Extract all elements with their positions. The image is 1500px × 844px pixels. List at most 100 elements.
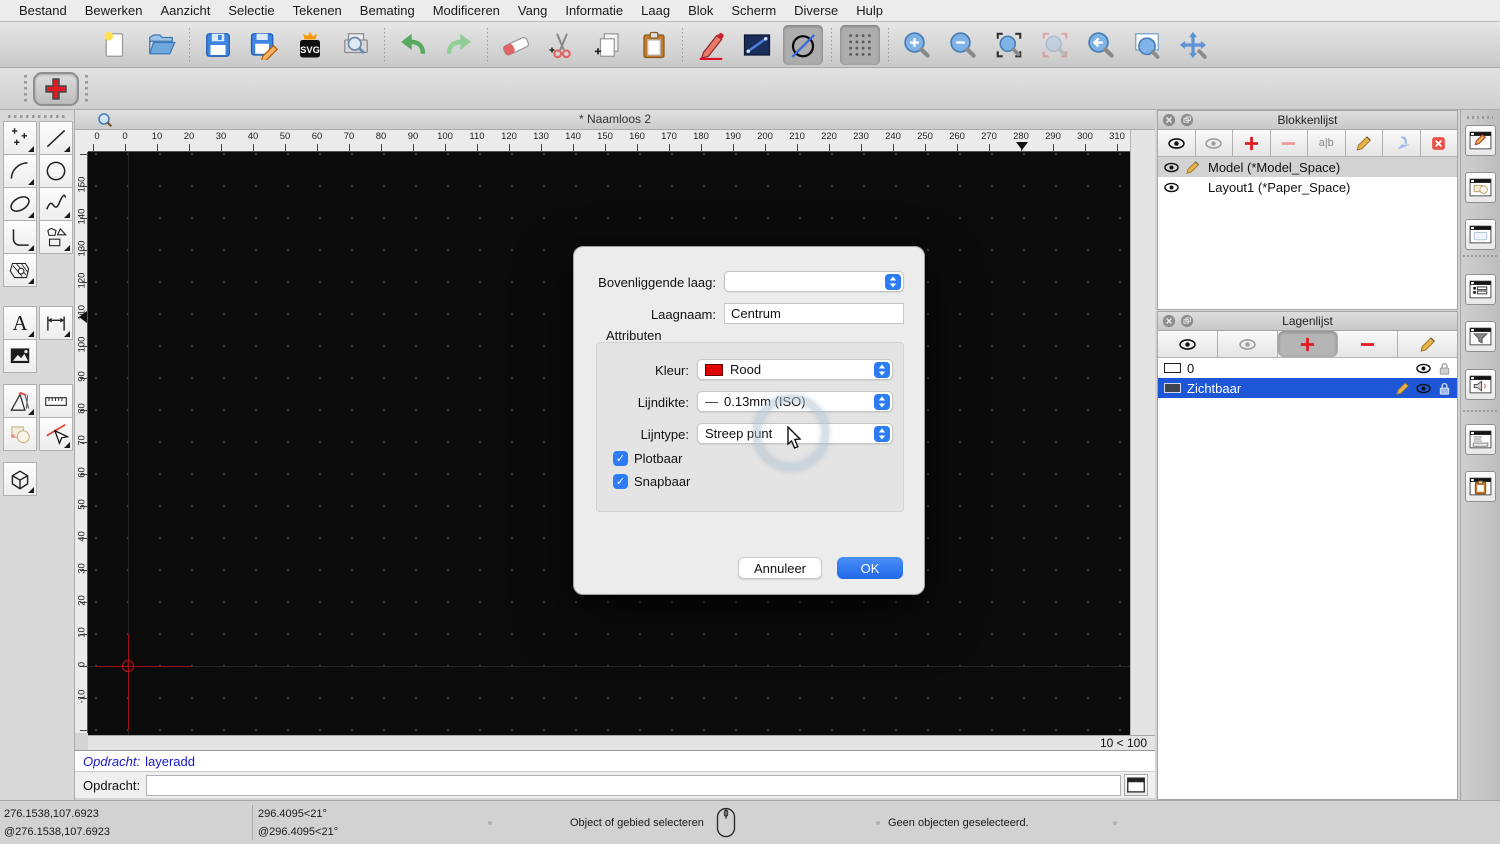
collapse-icon[interactable] xyxy=(1180,314,1194,328)
tool-box3d[interactable] xyxy=(3,462,37,496)
eye-icon[interactable] xyxy=(1164,160,1179,175)
menu-scherm[interactable]: Scherm xyxy=(722,0,785,22)
minus-panel-button[interactable] xyxy=(1338,331,1398,357)
add-layer-button[interactable] xyxy=(33,71,79,106)
color-dropdown[interactable]: Rood xyxy=(697,359,893,380)
redo-button[interactable] xyxy=(439,25,479,65)
menu-aanzicht[interactable]: Aanzicht xyxy=(152,0,220,22)
line-format-button[interactable] xyxy=(737,25,777,65)
block-row[interactable]: Layout1 (*Paper_Space) xyxy=(1158,177,1457,197)
palette-drag-handle[interactable] xyxy=(8,115,66,118)
menu-selectie[interactable]: Selectie xyxy=(219,0,283,22)
pan-button[interactable] xyxy=(1173,25,1213,65)
pencil-panel-button[interactable] xyxy=(1398,331,1457,357)
layer-row[interactable]: 0 xyxy=(1158,358,1457,378)
layer-row[interactable]: Zichtbaar xyxy=(1158,378,1457,398)
panel-shapes-toggle-button[interactable] xyxy=(1465,172,1496,203)
block-row[interactable]: Model (*Model_Space) xyxy=(1158,157,1457,177)
menu-vang[interactable]: Vang xyxy=(509,0,556,22)
tool-shapes[interactable] xyxy=(39,220,73,254)
menu-tekenen[interactable]: Tekenen xyxy=(284,0,351,22)
panel-clipboard-toggle-button[interactable] xyxy=(1465,471,1496,502)
zoom-fit-button[interactable] xyxy=(989,25,1029,65)
lock-icon[interactable] xyxy=(1437,361,1452,376)
grid-toggle-button[interactable] xyxy=(840,24,880,65)
undo-button[interactable] xyxy=(393,25,433,65)
menu-informatie[interactable]: Informatie xyxy=(556,0,632,22)
zoom-out-button[interactable] xyxy=(943,25,983,65)
tool-polyline[interactable] xyxy=(3,220,37,254)
command-input[interactable] xyxy=(146,774,1122,796)
panel-command-toggle-button[interactable] xyxy=(1465,424,1496,455)
ok-button[interactable]: OK xyxy=(837,557,903,579)
tool-line[interactable] xyxy=(39,121,73,155)
copy-button[interactable] xyxy=(588,25,628,65)
plus-panel-button[interactable] xyxy=(1278,331,1338,357)
eye-panel-button[interactable] xyxy=(1158,331,1218,357)
parent-layer-dropdown[interactable] xyxy=(724,271,904,292)
toolbar-drag-handle[interactable] xyxy=(24,74,27,103)
eraser-button[interactable] xyxy=(496,25,536,65)
close-icon[interactable] xyxy=(1162,314,1176,328)
tool-drafting[interactable] xyxy=(3,384,37,418)
tool-spline[interactable] xyxy=(39,187,73,221)
menu-bewerken[interactable]: Bewerken xyxy=(76,0,152,22)
close-icon[interactable] xyxy=(1162,113,1176,127)
tool-hatch[interactable] xyxy=(3,253,37,287)
menu-laag[interactable]: Laag xyxy=(632,0,679,22)
new-button[interactable] xyxy=(95,25,135,65)
snappable-checkbox[interactable]: ✓ Snapbaar xyxy=(613,474,690,489)
layer-name-field[interactable]: Centrum xyxy=(724,303,904,324)
panel-empty-toggle-button[interactable] xyxy=(1465,219,1496,250)
panel-blocks-toggle-button[interactable] xyxy=(1465,125,1496,156)
tool-ruler[interactable] xyxy=(39,384,73,418)
rename-panel-button[interactable]: a|b xyxy=(1308,130,1346,156)
x-box-panel-button[interactable] xyxy=(1420,130,1457,156)
eye-icon[interactable] xyxy=(1416,361,1431,376)
circle-line-button[interactable] xyxy=(783,24,823,65)
tool-select-line[interactable] xyxy=(39,417,73,451)
tool-text[interactable]: A xyxy=(3,306,37,340)
tool-arc[interactable] xyxy=(3,154,37,188)
menu-bemating[interactable]: Bemating xyxy=(351,0,424,22)
menu-diverse[interactable]: Diverse xyxy=(785,0,847,22)
menu-blok[interactable]: Blok xyxy=(679,0,722,22)
draw-pencil-button[interactable] xyxy=(691,25,731,65)
panel-list-toggle-button[interactable] xyxy=(1465,274,1496,305)
tool-image[interactable] xyxy=(3,339,37,373)
arrow-insert-panel-button[interactable] xyxy=(1383,130,1421,156)
tool-circle[interactable] xyxy=(39,154,73,188)
panel-filter-toggle-button[interactable] xyxy=(1465,321,1496,352)
menu-bestand[interactable]: Bestand xyxy=(10,0,76,22)
save-as-button[interactable] xyxy=(244,25,284,65)
pencil-panel-button[interactable] xyxy=(1345,130,1383,156)
eye-panel-button[interactable] xyxy=(1158,130,1196,156)
tool-overlap[interactable] xyxy=(3,417,37,451)
zoom-window-button[interactable] xyxy=(1127,25,1167,65)
lock-blue-icon[interactable] xyxy=(1437,381,1452,396)
collapse-icon[interactable] xyxy=(1180,113,1194,127)
paste-button[interactable] xyxy=(634,25,674,65)
command-window-button[interactable] xyxy=(1124,774,1149,796)
eye-gray-panel-button[interactable] xyxy=(1218,331,1278,357)
cut-button[interactable] xyxy=(542,25,582,65)
plottable-checkbox[interactable]: ✓ Plotbaar xyxy=(613,451,682,466)
pencil-icon[interactable] xyxy=(1395,381,1410,396)
tool-ellipse[interactable] xyxy=(3,187,37,221)
vertical-scrollbar[interactable] xyxy=(1130,130,1155,735)
menu-modificeren[interactable]: Modificeren xyxy=(424,0,509,22)
toolbar-drag-handle[interactable] xyxy=(85,74,88,103)
tool-points[interactable] xyxy=(3,121,37,155)
open-button[interactable] xyxy=(141,25,181,65)
zoom-previous-button[interactable] xyxy=(1081,25,1121,65)
cancel-button[interactable]: Annuleer xyxy=(738,557,822,579)
tool-dimension[interactable] xyxy=(39,306,73,340)
eye-icon[interactable] xyxy=(1416,381,1431,396)
minus-pale-panel-button[interactable] xyxy=(1270,130,1308,156)
menu-hulp[interactable]: Hulp xyxy=(847,0,892,22)
svg-export-button[interactable]: SVG xyxy=(290,25,330,65)
pencil-icon[interactable] xyxy=(1185,160,1200,175)
save-button[interactable] xyxy=(198,25,238,65)
panel-speaker-toggle-button[interactable] xyxy=(1465,369,1496,400)
eye-gray-panel-button[interactable] xyxy=(1195,130,1233,156)
